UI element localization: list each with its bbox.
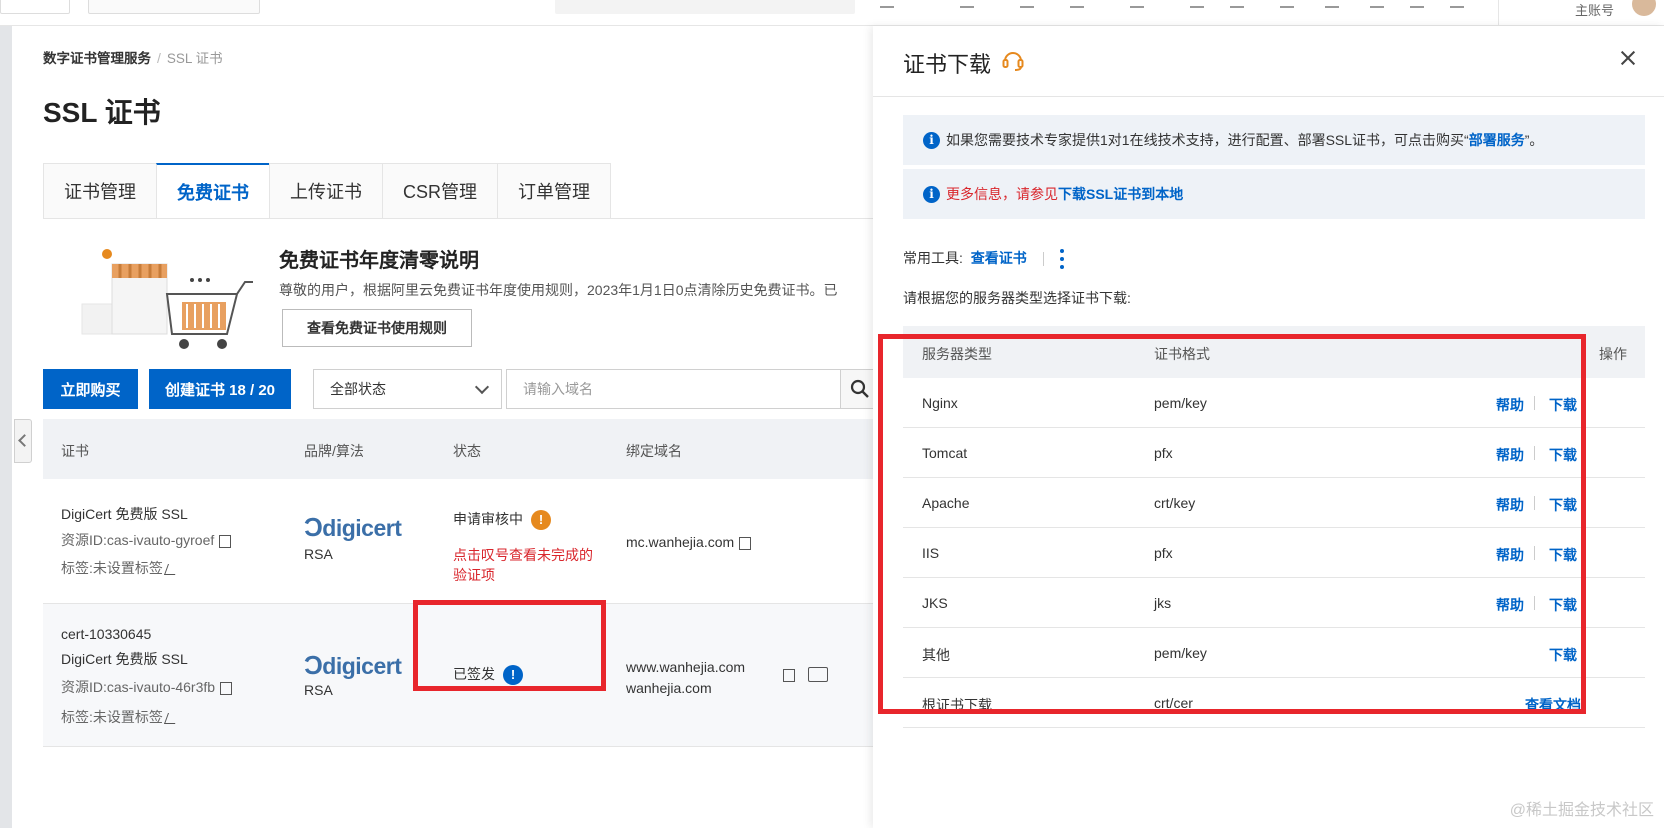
cert-table-header: 证书 品牌/算法 状态 绑定域名 <box>43 419 873 479</box>
status-hint: 点击叹号查看未完成的验证项 <box>453 547 593 583</box>
headset-icon[interactable] <box>1001 48 1025 72</box>
bound-domain: www.wanhejia.com <box>626 659 746 675</box>
algorithm: RSA <box>304 546 333 562</box>
deploy-service-link[interactable]: 部署服务 <box>1469 130 1525 150</box>
watermark: @稀土掘金技术社区 <box>1509 802 1654 819</box>
bell-icon[interactable] <box>1280 0 1294 8</box>
tab-order-management[interactable]: 订单管理 <box>497 163 612 219</box>
copy-icon[interactable] <box>739 536 752 550</box>
download-ssl-doc-link[interactable]: 下载SSL证书到本地 <box>1058 184 1183 204</box>
side-nav-edge <box>0 26 12 828</box>
tag-line: 标签:未设置标签 <box>61 707 179 727</box>
divider <box>43 218 873 219</box>
cert-download-drawer: 证书下载 i 如果您需要技术专家提供1对1在线技术支持，进行配置、部署SSL证书… <box>873 26 1664 828</box>
tab-upload-cert[interactable]: 上传证书 <box>269 163 382 219</box>
ssl-cert-page: 数字证书管理服务 / SSL 证书 SSL 证书 证书管理 免费证书 上传证书 CS… <box>12 26 873 828</box>
info-icon: i <box>923 185 940 203</box>
tab-bar: 证书管理 免费证书 上传证书 CSR管理 订单管理 <box>43 163 612 219</box>
notice-text: 尊敬的用户，根据阿里云免费证书年度使用规则，2023年1月1日0点清除历史免费证… <box>279 282 838 298</box>
avatar[interactable] <box>1632 0 1656 16</box>
cert-name: DigiCert 免费版 SSL <box>61 651 188 667</box>
resource-id: 资源ID:cas-ivauto-gyroef <box>61 530 232 550</box>
cert-id: cert-10330645 <box>61 626 152 642</box>
breadcrumb-current: SSL 证书 <box>166 51 223 66</box>
resource-id: 资源ID:cas-ivauto-46r3fb <box>61 677 233 697</box>
global-search-input[interactable] <box>555 0 855 14</box>
info-icon: i <box>923 131 940 149</box>
resource-group-selector[interactable] <box>88 0 260 14</box>
language-icon[interactable] <box>1410 0 1424 8</box>
copy-icon[interactable] <box>219 534 232 548</box>
highlight-box-download-table <box>878 334 1586 714</box>
nav-icon[interactable] <box>1070 0 1084 8</box>
close-icon[interactable] <box>1620 50 1636 66</box>
domain-search-input[interactable]: 请输入域名 <box>506 369 842 409</box>
view-free-cert-rules-button[interactable]: 查看免费证书使用规则 <box>282 309 472 347</box>
top-navbar: 主账号 <box>0 0 1664 26</box>
breadcrumb: 数字证书管理服务 / SSL 证书 <box>43 50 223 66</box>
shopping-cart-illustration <box>81 249 253 349</box>
select-server-label: 请根据您的服务器类型选择证书下载: <box>903 290 1131 306</box>
monitor-icon[interactable] <box>808 667 828 682</box>
info-banner-support: i 如果您需要技术专家提供1对1在线技术支持，进行配置、部署SSL证书，可点击购… <box>903 115 1645 165</box>
workbench-button[interactable] <box>0 0 70 14</box>
nav-icon[interactable] <box>1020 0 1034 8</box>
more-options-icon[interactable] <box>1059 249 1064 270</box>
column-header: 状态 <box>453 443 481 459</box>
warning-icon[interactable]: ! <box>531 510 551 531</box>
status-text: 申请审核中! <box>453 509 551 531</box>
notice-title: 免费证书年度清零说明 <box>279 250 479 272</box>
search-icon <box>850 379 869 398</box>
drawer-title: 证书下载 <box>903 52 992 77</box>
column-header: 品牌/算法 <box>304 443 364 459</box>
digicert-logo: Ͻdigicert <box>304 512 402 542</box>
view-cert-link[interactable]: 查看证书 <box>971 250 1027 266</box>
search-button[interactable] <box>840 369 873 409</box>
nav-icon[interactable] <box>1450 0 1464 8</box>
breadcrumb-root[interactable]: 数字证书管理服务 <box>43 51 151 66</box>
chevron-down-icon <box>474 379 490 395</box>
column-header: 绑定域名 <box>626 443 682 459</box>
help-icon[interactable] <box>1370 0 1384 8</box>
algorithm: RSA <box>304 682 333 698</box>
nav-icon[interactable] <box>960 0 974 8</box>
collapse-sidebar-toggle[interactable] <box>14 419 32 463</box>
chevron-left-icon <box>18 434 31 447</box>
buy-now-button[interactable]: 立即购买 <box>43 369 138 409</box>
create-cert-button[interactable]: 创建证书 18 / 20 <box>149 369 291 409</box>
column-header: 操作 <box>1599 346 1627 362</box>
nav-icon[interactable] <box>880 0 894 8</box>
divider <box>873 96 1664 97</box>
tab-csr-management[interactable]: CSR管理 <box>382 163 498 219</box>
apps-icon[interactable] <box>1325 0 1339 8</box>
status-select[interactable]: 全部状态 <box>313 369 502 409</box>
edit-icon[interactable] <box>163 563 179 575</box>
cart-icon[interactable] <box>1190 0 1204 8</box>
tab-free-cert[interactable]: 免费证书 <box>156 163 269 219</box>
page-title: SSL 证书 <box>43 97 161 128</box>
common-tools: 常用工具: 查看证书 <box>903 248 1064 270</box>
edit-icon[interactable] <box>163 712 179 724</box>
message-icon[interactable] <box>1230 0 1244 8</box>
copy-icon[interactable] <box>220 681 233 695</box>
account-label[interactable]: 主账号 <box>1575 0 1614 19</box>
bound-domain: wanhejia.com <box>626 680 712 696</box>
copy-icon[interactable] <box>783 669 795 682</box>
column-header: 证书 <box>61 443 89 459</box>
domain-search-placeholder: 请输入域名 <box>523 381 593 397</box>
info-banner-more: i 更多信息，请参见 下载SSL证书到本地 <box>903 169 1645 219</box>
cert-name: DigiCert 免费版 SSL <box>61 506 188 522</box>
digicert-logo: Ͻdigicert <box>304 650 402 680</box>
tab-cert-management[interactable]: 证书管理 <box>43 163 156 219</box>
nav-icon[interactable] <box>1130 0 1144 8</box>
bound-domain: mc.wanhejia.com <box>626 534 752 550</box>
table-row: DigiCert 免费版 SSL 资源ID:cas-ivauto-gyroef … <box>43 479 873 604</box>
status-select-value: 全部状态 <box>330 381 386 397</box>
highlight-box-status <box>413 600 606 691</box>
tag-line: 标签:未设置标签 <box>61 558 179 578</box>
divider <box>1498 0 1499 26</box>
